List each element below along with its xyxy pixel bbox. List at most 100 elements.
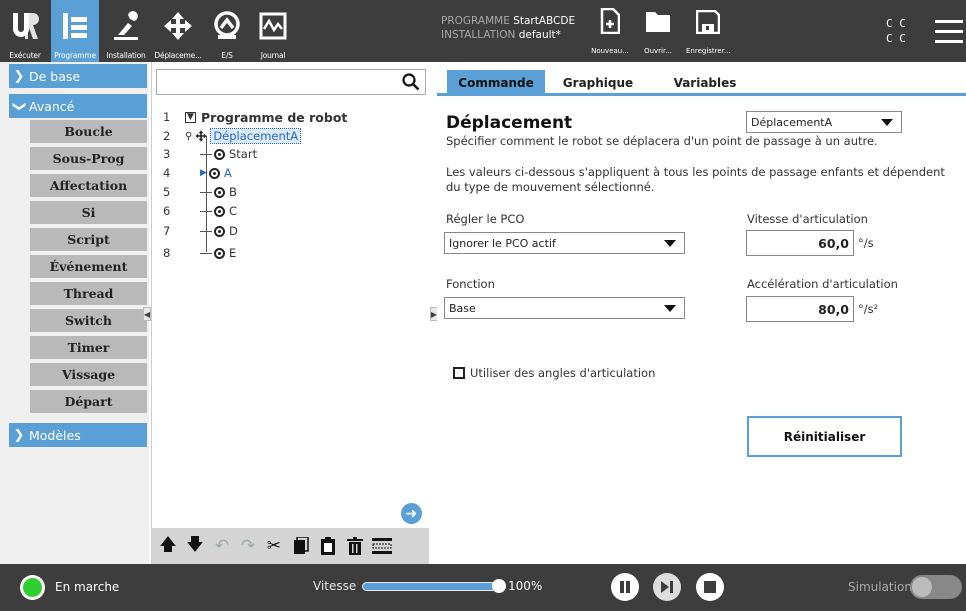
reset-button[interactable]: Réinitialiser [747,416,902,457]
chevron-down-icon [664,240,676,247]
tree-row-1[interactable]: 1 ▼ Programme de robot [163,108,347,126]
delete-icon[interactable] [344,534,366,558]
line-number: 8 [163,246,171,260]
tree-node-label: DéplacementA [210,128,302,144]
joint-accel-unit: °/s² [858,302,879,316]
pin-icon: ⚲ [185,130,193,142]
tab-program-label: Programme [54,51,96,60]
tab-variables[interactable]: Variables [660,70,750,96]
tab-run[interactable]: Exécuter [0,0,50,62]
move-down-icon[interactable]: 🡇 [184,534,206,558]
category-basic[interactable]: ❯ De base [9,64,147,88]
sidebar: ❯ De base ❯ Avancé Boucle Sous-Prog Affe… [0,62,149,564]
stop-button[interactable] [696,573,724,601]
waypoint-icon [208,167,220,179]
program-icon [51,8,99,44]
tab-installation[interactable]: Installation [100,0,152,62]
open-button[interactable]: Ouvrir... [636,6,680,58]
tab-move[interactable]: Déplaceme... [152,0,204,62]
search-icon[interactable] [402,73,420,91]
collapse-sidebar-handle[interactable]: ◀ [143,307,151,321]
tree-row-8[interactable]: 8 E [163,244,236,262]
feature-select[interactable]: Base [444,297,685,319]
feature-label: Fonction [446,277,495,291]
speed-slider[interactable] [362,582,499,591]
search-input[interactable] [156,69,426,95]
arrow-right-circle-icon[interactable]: ➜ [401,503,422,524]
joint-speed-field[interactable]: 60,0 [746,230,854,256]
pause-button[interactable] [611,573,639,601]
sidebar-item-subprog[interactable]: Sous-Prog [30,147,147,172]
sidebar-item-home[interactable]: Départ [30,390,147,415]
tab-log-label: Journal [260,51,286,60]
tree-row-3[interactable]: 3 Start [163,145,257,163]
save-button-label: Enregistrer... [686,47,731,55]
tab-program[interactable]: Programme [51,0,99,62]
copy-icon[interactable] [290,534,312,558]
step-button[interactable] [653,573,681,601]
feature-value: Base [449,301,476,315]
ur-logo-icon [0,8,50,44]
collapse-icon[interactable]: ▼ [185,111,196,123]
paste-icon[interactable] [317,534,339,558]
tree-node-label: D [229,224,238,238]
tab-command[interactable]: Commande [447,70,545,96]
undo-icon[interactable]: ↶ [211,534,233,558]
tree-row-5[interactable]: 5 B [163,183,237,201]
open-button-label: Ouvrir... [644,47,672,55]
simulation-label: Simulation [848,580,912,594]
control-status-line-1: C C [886,17,906,30]
tab-graphics[interactable]: Graphique [553,70,643,96]
tab-io-label: E/S [221,51,233,60]
folder-icon [646,12,670,32]
tree-row-4[interactable]: 4 ▶ A [163,164,232,182]
sidebar-item-screwing[interactable]: Vissage [30,363,147,388]
new-button-label: Nouveau... [591,47,629,55]
sidebar-item-loop[interactable]: Boucle [30,120,147,145]
line-number: 6 [163,204,171,218]
line-number: 5 [163,185,171,199]
save-button[interactable]: Enregistrer... [686,6,731,58]
speed-value: 100% [508,579,543,593]
tree-node-label: Start [229,147,258,161]
sidebar-item-assignment[interactable]: Affectation [30,174,147,199]
tree-row-6[interactable]: 6 C [163,202,237,220]
move-up-icon[interactable]: 🡅 [157,534,179,558]
suppress-icon[interactable] [371,534,393,558]
sidebar-item-thread[interactable]: Thread [30,282,147,307]
joint-accel-field[interactable]: 80,0 [746,296,854,322]
tab-io[interactable]: E/S [204,0,250,62]
sidebar-item-event[interactable]: Événement [30,255,147,280]
move-type-select[interactable]: DéplacementA [746,111,902,133]
waypoint-icon [214,225,225,237]
line-number: 1 [163,110,171,124]
sidebar-item-switch[interactable]: Switch [30,309,147,334]
joint-speed-label: Vitesse d'articulation [747,212,868,226]
category-templates[interactable]: ❯ Modèles [9,423,147,447]
program-label: PROGRAMME [441,15,510,27]
tree-row-2[interactable]: 2 ⚲ DéplacementA [163,127,302,145]
description-line-1: Les valeurs ci-dessous s'appliquent à to… [446,165,945,179]
log-icon [250,8,296,44]
menu-icon[interactable] [935,20,963,44]
line-number: 2 [163,129,171,143]
simulation-toggle[interactable] [910,575,962,599]
new-button[interactable]: Nouveau... [588,6,632,58]
sidebar-item-if[interactable]: Si [30,201,147,226]
category-advanced[interactable]: ❯ Avancé [9,94,147,118]
page-title: Déplacement [446,113,573,133]
tree-row-7[interactable]: 7 D [163,222,238,240]
sidebar-item-script[interactable]: Script [30,228,147,253]
redo-icon[interactable]: ↷ [237,534,259,558]
tab-log[interactable]: Journal [250,0,296,62]
tcp-select[interactable]: Ignorer le PCO actif [444,232,685,254]
cut-icon[interactable]: ✂ [263,534,285,558]
save-icon [695,9,721,35]
installation-label: INSTALLATION [441,29,516,41]
stop-icon [704,581,716,593]
robot-status-icon[interactable] [20,575,45,600]
tree-node-label: C [229,204,238,218]
use-joint-angles-checkbox[interactable] [453,367,465,379]
speed-slider-handle[interactable] [492,579,506,593]
sidebar-item-timer[interactable]: Timer [30,336,147,361]
